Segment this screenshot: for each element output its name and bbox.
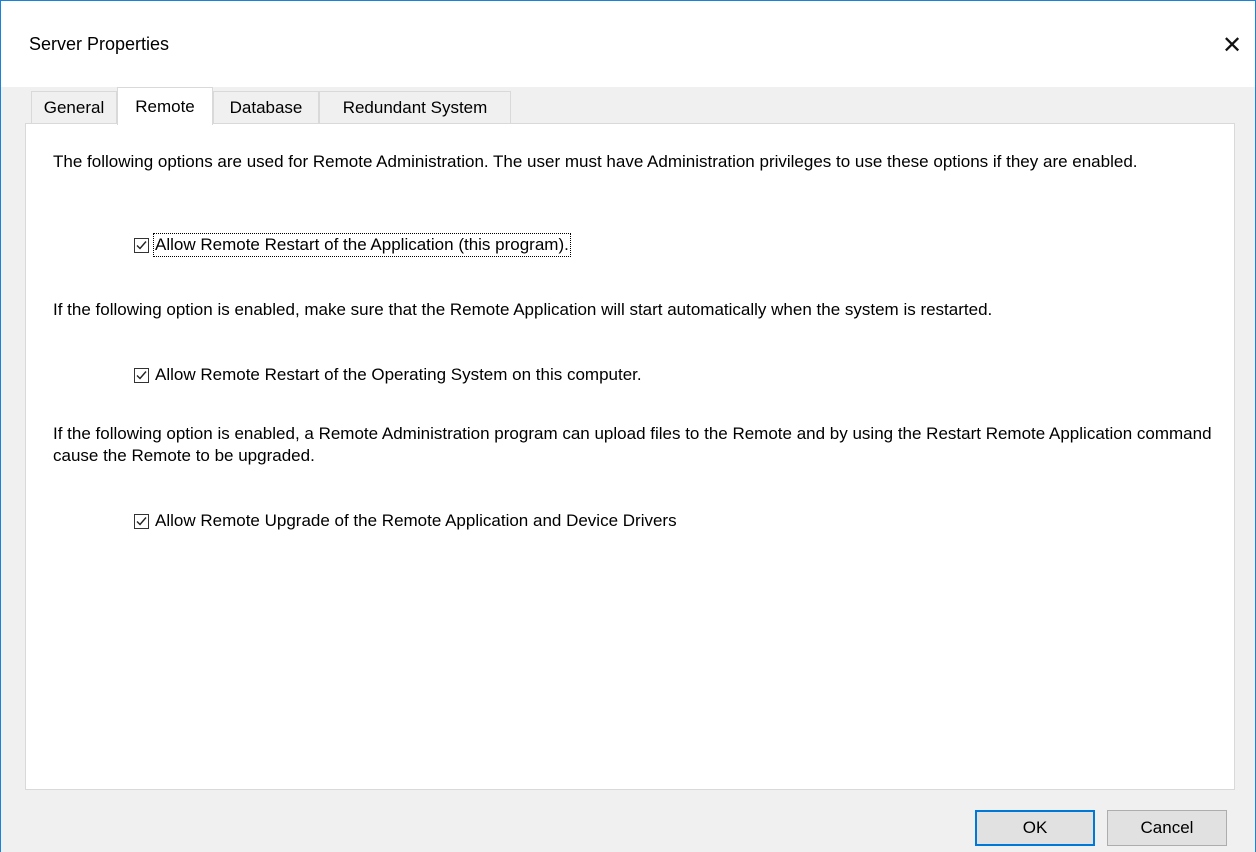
option-remote-restart-application[interactable]: Allow Remote Restart of the Application … [134, 233, 571, 257]
checkmark-icon [136, 516, 147, 526]
option-remote-upgrade[interactable]: Allow Remote Upgrade of the Remote Appli… [134, 511, 677, 531]
tab-general[interactable]: General [31, 91, 117, 123]
option-label-restart-os: Allow Remote Restart of the Operating Sy… [155, 365, 642, 384]
checkmark-icon [136, 240, 147, 250]
checkbox-restart-os[interactable] [134, 367, 149, 383]
remote-tab-panel: The following options are used for Remot… [25, 123, 1235, 790]
tab-redundant-system[interactable]: Redundant System [319, 91, 511, 123]
tab-database[interactable]: Database [213, 91, 319, 123]
tab-strip: General Remote Database Redundant System [25, 87, 1235, 125]
checkbox-restart-application[interactable] [134, 237, 149, 253]
dialog-title: Server Properties [29, 34, 170, 54]
note-restart-os: If the following option is enabled, make… [53, 300, 993, 319]
option-label-restart-application: Allow Remote Restart of the Application … [153, 233, 571, 257]
ok-button[interactable]: OK [975, 810, 1095, 846]
server-properties-dialog: Server Properties ✕ General Remote Datab… [0, 0, 1256, 852]
checkmark-icon [136, 370, 147, 380]
note-remote-upgrade: If the following option is enabled, a Re… [53, 424, 1212, 465]
title-bar: Server Properties ✕ [1, 1, 1255, 87]
tab-remote[interactable]: Remote [117, 87, 213, 125]
intro-text: The following options are used for Remot… [53, 152, 1138, 171]
close-icon[interactable]: ✕ [1209, 23, 1255, 67]
checkbox-remote-upgrade[interactable] [134, 513, 149, 529]
option-remote-restart-os[interactable]: Allow Remote Restart of the Operating Sy… [134, 365, 642, 385]
cancel-button[interactable]: Cancel [1107, 810, 1227, 846]
option-label-remote-upgrade: Allow Remote Upgrade of the Remote Appli… [155, 511, 677, 530]
